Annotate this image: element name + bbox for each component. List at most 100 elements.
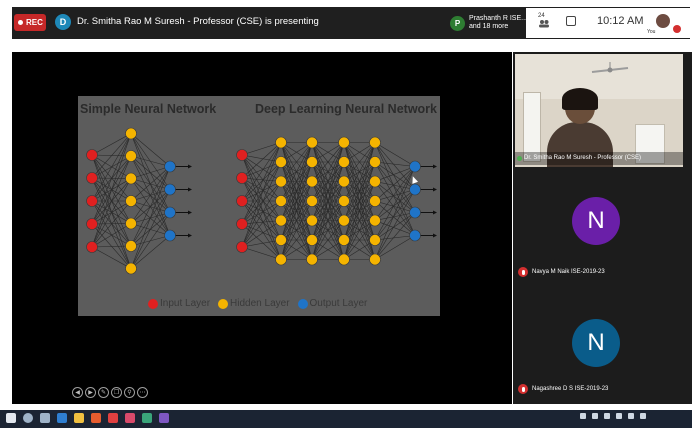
neuron-node — [369, 156, 381, 168]
connection-line — [91, 133, 132, 156]
tray-icon[interactable] — [580, 413, 586, 419]
connection-line — [241, 220, 282, 225]
next-slide-button[interactable]: ▶ — [85, 387, 96, 398]
connection-line — [374, 166, 416, 202]
neuron-node — [306, 234, 318, 246]
connection-line — [241, 142, 282, 179]
participant-tile-nagashree[interactable]: N Nagashree D S ISE-2019-23 — [515, 293, 683, 403]
participant-avatar-nagashree: N — [572, 319, 620, 367]
chat-icon[interactable] — [566, 16, 576, 26]
participants-summary[interactable]: P Prashanth R ISE... and 18 more — [450, 12, 527, 34]
meeting-top-bar: REC D Dr. Smitha Rao M Suresh - Professo… — [0, 0, 692, 40]
neuron-node — [236, 149, 248, 161]
clock: 10:12 AM — [597, 15, 644, 27]
legend-hidden: Hidden Layer — [218, 298, 290, 309]
neuron-node — [369, 195, 381, 207]
connection-line — [374, 166, 416, 260]
connection-line — [241, 177, 282, 182]
ceiling-fan-icon — [591, 62, 629, 73]
neuron-node — [164, 206, 176, 219]
legend-input-label: Input Layer — [160, 298, 211, 309]
edge-icon[interactable] — [57, 413, 67, 423]
mic-off-icon[interactable] — [673, 25, 681, 33]
pen-tool-button[interactable]: ✎ — [98, 387, 109, 398]
neuron-node — [338, 156, 350, 168]
neuron-node — [338, 214, 350, 227]
presenter-tile-name: Dr. Smitha Rao M Suresh - Professor (CSE… — [524, 155, 642, 161]
legend-output-dot — [297, 298, 308, 309]
neuron-node — [306, 214, 318, 227]
neuron-node — [86, 149, 98, 161]
connection-line — [374, 142, 416, 236]
connection-line — [374, 166, 416, 182]
neuron-node — [86, 172, 98, 184]
legend-input: Input Layer — [148, 298, 210, 309]
app-icon[interactable] — [142, 413, 152, 423]
mic-off-icon — [518, 267, 528, 277]
connection-line — [241, 223, 282, 260]
connection-line — [91, 133, 132, 225]
connection-line — [91, 133, 132, 248]
tray-icon[interactable] — [628, 413, 634, 419]
neuron-node — [409, 229, 421, 242]
slide-controls: ◀ ▶ ✎ ❐ ⚲ ⋯ — [72, 387, 148, 398]
slide-legend: Input Layer Hidden Layer Output Layer — [148, 298, 367, 309]
search-icon[interactable] — [23, 413, 33, 423]
neuron-node — [236, 241, 248, 253]
neuron-node — [338, 234, 350, 246]
legend-output-label: Output Layer — [309, 298, 368, 309]
app-icon[interactable] — [91, 413, 101, 423]
self-avatar[interactable] — [656, 14, 670, 28]
tray-icon[interactable] — [592, 413, 598, 419]
neural-network-diagram — [86, 127, 437, 275]
neuron-node — [275, 214, 287, 227]
zoom-button[interactable]: ⚲ — [124, 387, 135, 398]
tray-icon[interactable] — [604, 413, 610, 419]
neuron-node — [306, 175, 318, 188]
system-tray — [580, 413, 646, 419]
output-arrow-head — [433, 187, 437, 192]
legend-hidden-dot — [218, 298, 229, 309]
neuron-node — [125, 127, 137, 140]
legend-hidden-label: Hidden Layer — [230, 298, 290, 309]
neuron-node — [125, 172, 137, 185]
neuron-node — [338, 195, 350, 207]
legend-input-dot — [148, 298, 158, 309]
neuron-node — [164, 183, 176, 196]
windows-taskbar — [0, 410, 692, 428]
notification-icon[interactable] — [640, 413, 646, 419]
neuron-node — [369, 214, 381, 227]
participant-name-nagashree: Nagashree D S ISE-2019-23 — [532, 386, 609, 392]
participant-avatar-navya: N — [572, 197, 620, 245]
mic-off-icon — [518, 384, 528, 394]
start-icon[interactable] — [6, 413, 16, 423]
app-icon[interactable] — [108, 413, 118, 423]
neuron-node — [275, 195, 287, 207]
file-explorer-icon[interactable] — [74, 413, 84, 423]
neuron-node — [369, 175, 381, 188]
neuron-node — [306, 253, 318, 266]
neuron-node — [125, 150, 137, 162]
output-arrow-head — [188, 164, 192, 169]
output-arrow-head — [433, 233, 437, 238]
neuron-node — [125, 195, 137, 207]
app-icon[interactable] — [159, 413, 169, 423]
task-view-icon[interactable] — [40, 413, 50, 423]
connection-line — [241, 142, 282, 225]
prev-slide-button[interactable]: ◀ — [72, 387, 83, 398]
neuron-node — [409, 206, 421, 219]
neuron-node — [125, 217, 137, 230]
neuron-node — [306, 195, 318, 207]
tray-icon[interactable] — [616, 413, 622, 419]
app-icon[interactable] — [125, 413, 135, 423]
presenter-video-tile[interactable] — [515, 54, 683, 167]
copy-button[interactable]: ❐ — [111, 387, 122, 398]
slide-title-deep: Deep Learning Neural Network — [255, 102, 437, 116]
neuron-node — [164, 160, 176, 173]
neuron-node — [338, 175, 350, 188]
connection-line — [130, 189, 171, 269]
more-options-button[interactable]: ⋯ — [137, 387, 148, 398]
connection-line — [374, 220, 416, 236]
slide-title-simple: Simple Neural Network — [80, 102, 217, 116]
participant-tile-navya[interactable]: N Navya M Naik ISE-2019-23 — [515, 170, 683, 280]
